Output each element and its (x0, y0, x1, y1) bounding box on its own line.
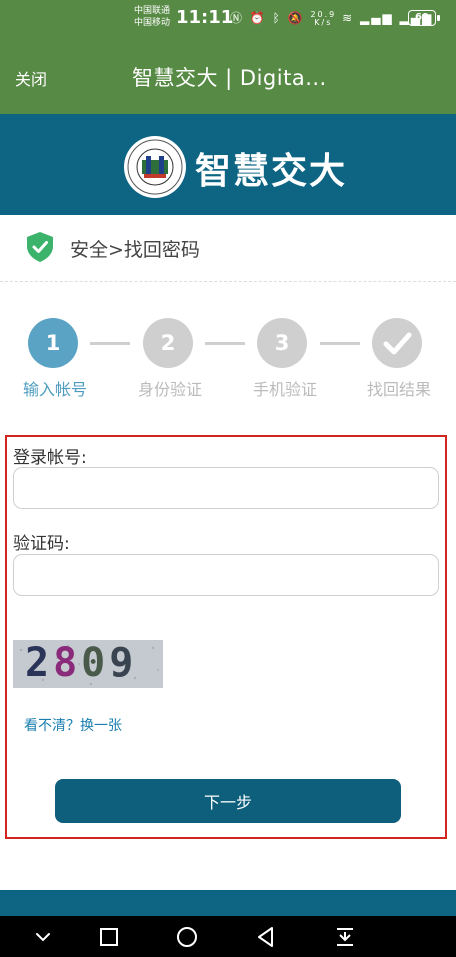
next-step-button[interactable]: 下一步 (55, 779, 401, 823)
carrier-names: 中国联通 中国移动 (134, 5, 170, 29)
step-2-circle: 2 (143, 318, 193, 368)
page-title: 智慧交大 | Digita... (132, 66, 327, 90)
step-connector (320, 342, 360, 345)
nfc-icon: Ⓝ (230, 11, 245, 25)
step-4-label: 找回结果 (366, 380, 431, 399)
step-3-circle: 3 (257, 318, 307, 368)
shield-check-icon (27, 232, 53, 262)
captcha-image[interactable]: 2809 (13, 640, 163, 688)
system-nav-bar (0, 916, 456, 957)
account-input[interactable] (13, 467, 439, 509)
captcha-code: 2809 (25, 640, 138, 686)
captcha-text: 2809 (25, 640, 137, 686)
step-connector (205, 342, 245, 345)
account-label: 登录帐号: (13, 448, 87, 468)
refresh-captcha-link[interactable]: 看不清？换一张 (24, 715, 122, 735)
step-connector (90, 342, 130, 345)
step-1-label: 输入帐号 (22, 380, 87, 399)
clock: 11:11 (176, 7, 234, 28)
university-logo (124, 136, 186, 198)
recovery-form: 登录帐号: 验证码: 2809 看不清？换一张 下一步 (5, 435, 447, 839)
mute-icon: 🔕 (287, 11, 305, 25)
step-1-circle: 1 (28, 318, 78, 368)
footer-bar (0, 890, 456, 916)
step-4-circle (372, 318, 422, 368)
breadcrumb: 安全>找回密码 (0, 215, 456, 282)
checkmark-icon (383, 332, 412, 355)
collapse-icon[interactable] (30, 924, 56, 950)
notification-pull-icon[interactable] (332, 924, 358, 950)
progress-stepper: 1 2 3 输入帐号 身份验证 手机验证 找回结果 (0, 310, 456, 410)
step-3-label: 手机验证 (252, 380, 317, 399)
carrier-2: 中国移动 (134, 18, 171, 28)
signal-5g-icon: ▂▄▆ (359, 11, 394, 25)
back-icon[interactable] (253, 924, 279, 950)
carrier-1: 中国联通 (134, 6, 171, 16)
wifi-icon: ≋ (342, 11, 355, 25)
home-icon[interactable] (174, 924, 200, 950)
battery-indicator: 69 (408, 10, 440, 26)
status-bar: 中国联通 中国移动 11:11 Ⓝ ⏰ ᛒ 🔕 20.9 K/s ≋ ▂▄▆ ▂▄… (0, 0, 456, 36)
code-label: 验证码: (13, 534, 70, 554)
breadcrumb-text: 安全>找回密码 (70, 239, 200, 261)
net-speed: 20.9 K/s (310, 10, 336, 27)
app-bar: 关闭 智慧交大 | Digita... (0, 36, 456, 114)
status-icons: Ⓝ ⏰ ᛒ 🔕 20.9 K/s ≋ ▂▄▆ ▂▄▆ (230, 9, 433, 27)
net-speed-unit: K/s (314, 17, 333, 27)
bluetooth-icon: ᛒ (272, 11, 282, 25)
recents-icon[interactable] (96, 924, 122, 950)
captcha-input[interactable] (13, 554, 439, 596)
step-2-label: 身份验证 (137, 380, 202, 399)
brand-name: 智慧交大 (195, 151, 348, 192)
alarm-icon: ⏰ (249, 11, 267, 25)
close-button[interactable]: 关闭 (15, 66, 47, 90)
header-banner: 智慧交大 (0, 114, 456, 215)
